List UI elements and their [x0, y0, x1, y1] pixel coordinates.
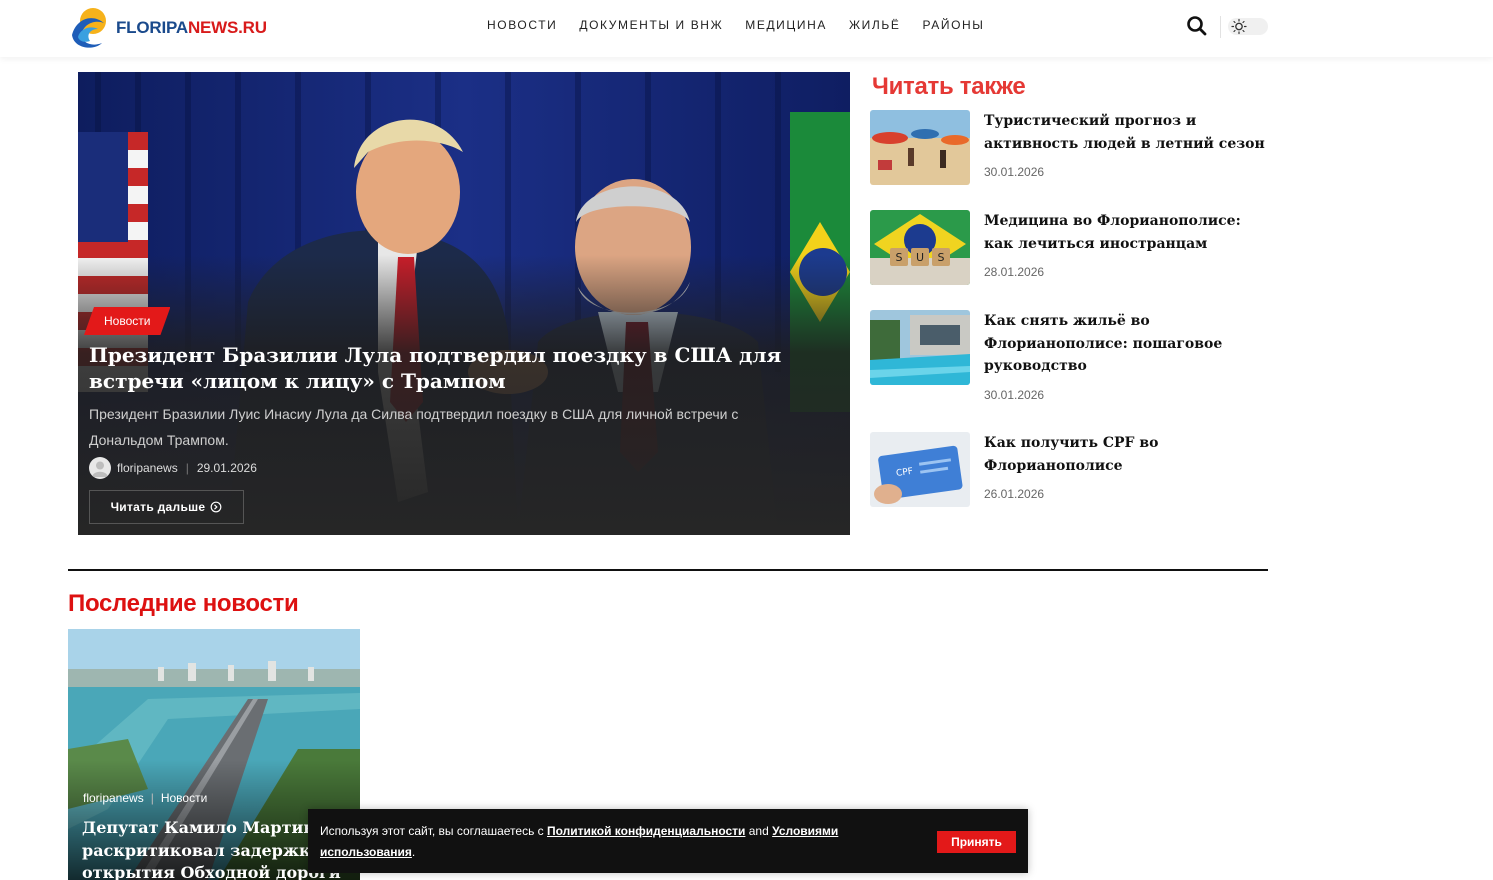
hero-title[interactable]: Президент Бразилии Лула подтвердил поезд… — [89, 342, 789, 394]
hero-author[interactable]: floripanews — [117, 461, 178, 475]
sidebar-title[interactable]: Как получить CPF во Флорианополисе — [984, 432, 1269, 477]
cpf-card-image: CPF — [870, 432, 970, 507]
search-icon[interactable] — [1186, 15, 1208, 37]
sidebar-date: 26.01.2026 — [984, 487, 1045, 501]
nav-item-news[interactable]: НОВОСТИ — [487, 18, 557, 32]
card-meta: floripanews | Новости — [83, 791, 207, 805]
cookie-text: Используя этот сайт, вы соглашаетесь с П… — [320, 821, 880, 863]
meta-separator: | — [150, 791, 154, 805]
hero-meta: floripanews | 29.01.2026 — [89, 456, 257, 480]
sidebar-title[interactable]: Туристический прогноз и активность людей… — [984, 110, 1269, 155]
read-more-label: Читать дальше — [110, 500, 206, 514]
theme-toggle[interactable] — [1228, 18, 1268, 35]
svg-text:U: U — [916, 251, 924, 264]
header-divider — [1220, 16, 1221, 38]
sidebar-title[interactable]: Медицина во Флорианополисе: как лечиться… — [984, 210, 1269, 255]
sidebar-title[interactable]: Как снять жильё во Флорианополисе: пошаг… — [984, 310, 1269, 378]
nav-item-housing[interactable]: ЖИЛЬЁ — [849, 18, 900, 32]
cookie-banner: Используя этот сайт, вы соглашаетесь с П… — [308, 809, 1028, 873]
sidebar-thumbnail[interactable]: CPF — [870, 432, 970, 507]
section-divider — [68, 569, 1268, 571]
main-nav: НОВОСТИ ДОКУМЕНТЫ И ВНЖ МЕДИЦИНА ЖИЛЬЁ Р… — [476, 0, 996, 50]
card-author[interactable]: floripanews — [83, 791, 144, 805]
privacy-policy-link[interactable]: Политикой конфиденциальности — [547, 824, 745, 838]
accept-cookies-button[interactable]: Принять — [937, 831, 1016, 853]
sidebar-date: 30.01.2026 — [984, 388, 1045, 402]
sidebar-date: 28.01.2026 — [984, 265, 1045, 279]
nav-item-documents[interactable]: ДОКУМЕНТЫ И ВНЖ — [579, 18, 723, 32]
card-category[interactable]: Новости — [161, 791, 207, 805]
read-more-button[interactable]: Читать дальше — [89, 490, 244, 524]
sidebar-date: 30.01.2026 — [984, 165, 1045, 179]
user-icon — [92, 461, 108, 477]
cookie-text-part: Используя этот сайт, вы соглашаетесь с — [320, 824, 547, 838]
hero-excerpt: Президент Бразилии Луис Инасиу Лула да С… — [89, 406, 739, 448]
latest-news-heading: Последние новости — [68, 590, 299, 617]
cookie-text-part: and — [745, 824, 773, 838]
hero-category-badge[interactable]: Новости — [84, 307, 170, 335]
sidebar-thumbnail[interactable] — [870, 110, 970, 185]
logo-wave-icon — [72, 8, 106, 48]
avatar[interactable] — [89, 457, 111, 479]
arrow-circle-icon — [211, 501, 222, 513]
sidebar-thumbnail[interactable]: S U S — [870, 210, 970, 285]
pool-house-image — [870, 310, 970, 385]
svg-text:S: S — [938, 251, 945, 264]
site-header: FLORIPANEWS.RU НОВОСТИ ДОКУМЕНТЫ И ВНЖ М… — [0, 0, 1493, 57]
hero-date: 29.01.2026 — [196, 461, 257, 475]
beach-image — [870, 110, 970, 185]
nav-item-medicine[interactable]: МЕДИЦИНА — [745, 18, 827, 32]
sidebar-heading: Читать также — [872, 73, 1026, 100]
nav-item-districts[interactable]: РАЙОНЫ — [922, 18, 984, 32]
site-logo[interactable]: FLORIPANEWS.RU — [68, 4, 268, 52]
logo-text: FLORIPANEWS.RU — [116, 18, 267, 37]
svg-text:S: S — [896, 251, 903, 264]
sun-icon — [1231, 18, 1247, 35]
sidebar-thumbnail[interactable] — [870, 310, 970, 385]
meta-separator: | — [185, 461, 189, 475]
cookie-text-part: . — [411, 845, 416, 859]
sus-blocks-image: S U S — [870, 210, 970, 285]
